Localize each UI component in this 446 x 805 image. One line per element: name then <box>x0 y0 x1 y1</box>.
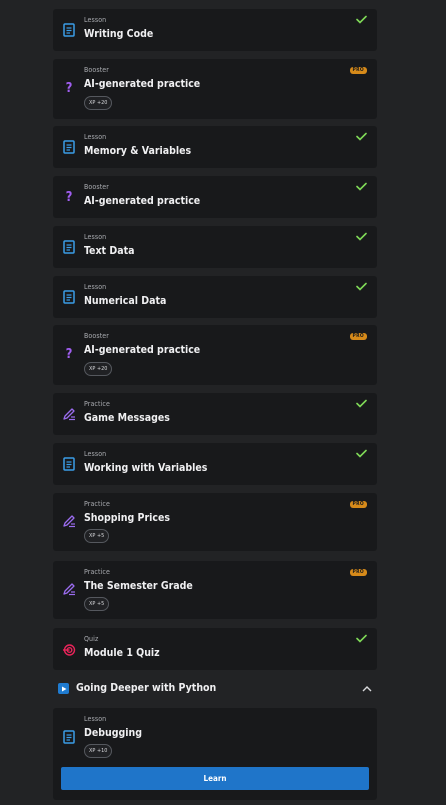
item-type: Booster <box>84 66 109 74</box>
item-type: Booster <box>84 183 109 191</box>
xp-badge: XP +5 <box>84 529 110 543</box>
check-icon <box>356 399 367 408</box>
item-title: Game Messages <box>84 412 170 424</box>
pro-badge: PRO <box>349 501 367 508</box>
check-icon <box>356 132 367 141</box>
item-type: Lesson <box>84 450 107 458</box>
booster-card[interactable]: ? Booster AI-generated practice <box>53 176 377 218</box>
check-icon <box>356 282 367 291</box>
item-type: Practice <box>84 400 110 408</box>
lesson-doc-icon <box>62 22 76 38</box>
check-icon <box>356 232 367 241</box>
play-icon <box>58 683 69 694</box>
item-type: Lesson <box>84 715 107 723</box>
item-title: Working with Variables <box>84 462 208 474</box>
target-icon <box>62 642 76 658</box>
item-type: Practice <box>84 568 110 576</box>
item-title: Shopping Prices <box>84 512 171 524</box>
lesson-card[interactable]: Lesson Numerical Data <box>53 276 377 318</box>
item-title: Debugging <box>84 727 142 739</box>
learn-button[interactable]: Learn <box>61 767 369 790</box>
pencil-icon <box>62 406 76 422</box>
check-icon <box>356 15 367 24</box>
item-type: Lesson <box>84 283 107 291</box>
item-title: Numerical Data <box>84 295 167 307</box>
section-header[interactable]: Going Deeper with Python <box>53 677 377 701</box>
lesson-card[interactable]: Lesson Working with Variables <box>53 443 377 485</box>
pro-badge: PRO <box>349 569 367 576</box>
pro-badge: PRO <box>349 67 367 74</box>
question-icon: ? <box>65 346 73 362</box>
booster-card[interactable]: ? Booster AI-generated practice PRO XP +… <box>53 325 377 385</box>
xp-badge: XP +10 <box>84 744 113 758</box>
check-icon <box>356 182 367 191</box>
check-icon <box>356 634 367 643</box>
item-type: Lesson <box>84 133 107 141</box>
lesson-doc-icon <box>62 456 76 472</box>
item-title: Module 1 Quiz <box>84 647 160 659</box>
quiz-card[interactable]: Quiz Module 1 Quiz <box>53 628 377 670</box>
pencil-icon <box>62 581 76 597</box>
item-title: AI-generated practice <box>84 78 201 90</box>
item-title: AI-generated practice <box>84 195 201 207</box>
lesson-doc-icon <box>62 289 76 305</box>
xp-badge: XP +5 <box>84 597 110 611</box>
lesson-card[interactable]: Lesson Memory & Variables <box>53 126 377 168</box>
xp-badge: XP +20 <box>84 362 113 376</box>
lesson-doc-icon <box>62 139 76 155</box>
check-icon <box>356 449 367 458</box>
question-icon: ? <box>65 189 73 205</box>
item-type: Lesson <box>84 16 107 24</box>
lesson-doc-icon <box>62 729 76 745</box>
item-type: Lesson <box>84 233 107 241</box>
item-type: Quiz <box>84 635 99 643</box>
item-title: Memory & Variables <box>84 145 192 157</box>
current-lesson-card[interactable]: Lesson Debugging XP +10 Learn <box>53 708 377 800</box>
practice-card[interactable]: Practice The Semester Grade PRO XP +5 <box>53 561 377 619</box>
lesson-card[interactable]: Lesson Text Data <box>53 226 377 268</box>
pro-badge: PRO <box>349 333 367 340</box>
lesson-doc-icon <box>62 239 76 255</box>
item-type: Practice <box>84 500 110 508</box>
chevron-up-icon[interactable] <box>362 685 372 692</box>
practice-card[interactable]: Practice Game Messages <box>53 393 377 435</box>
xp-badge: XP +20 <box>84 96 113 110</box>
section-title: Going Deeper with Python <box>76 682 217 694</box>
pencil-icon <box>62 513 76 529</box>
item-title: Text Data <box>84 245 135 257</box>
item-title: The Semester Grade <box>84 580 193 592</box>
item-title: AI-generated practice <box>84 344 201 356</box>
item-type: Booster <box>84 332 109 340</box>
lesson-card[interactable]: Lesson Writing Code <box>53 9 377 51</box>
item-title: Writing Code <box>84 28 154 40</box>
practice-card[interactable]: Practice Shopping Prices PRO XP +5 <box>53 493 377 551</box>
booster-card[interactable]: ? Booster AI-generated practice PRO XP +… <box>53 59 377 119</box>
question-icon: ? <box>65 80 73 96</box>
